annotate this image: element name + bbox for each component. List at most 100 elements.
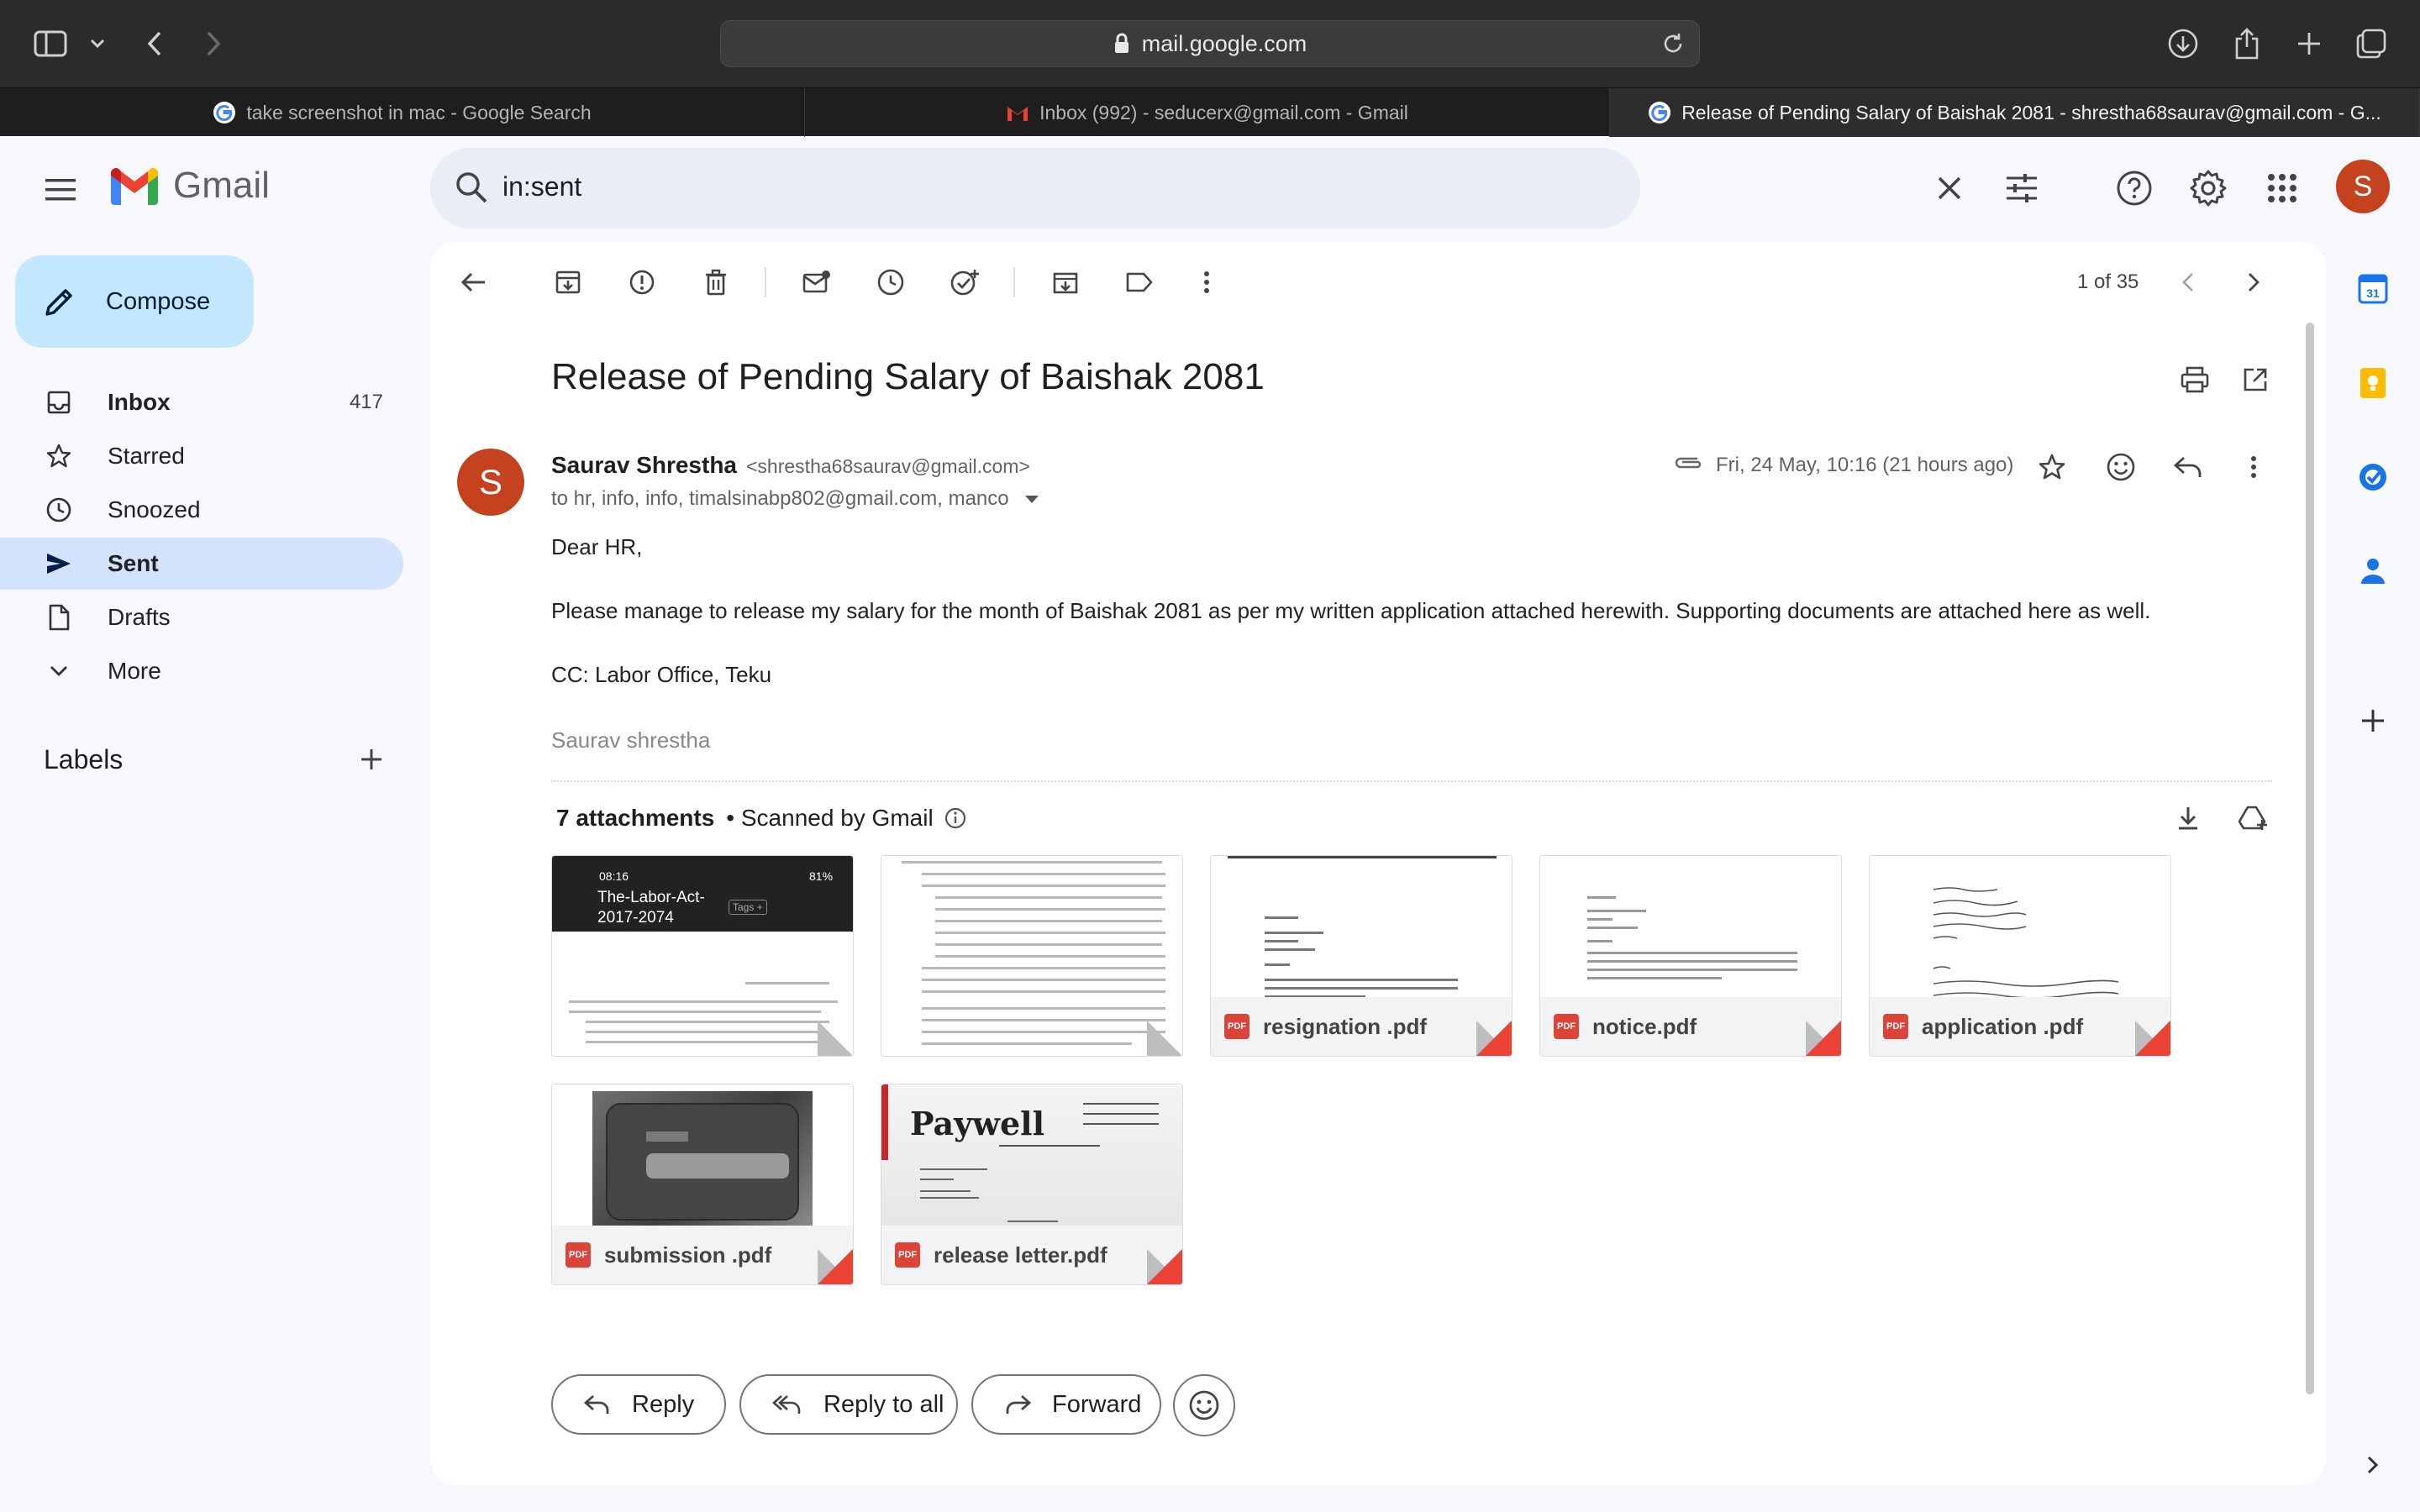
older-chevron-icon[interactable] (2232, 260, 2275, 304)
mark-unread-icon[interactable] (795, 260, 839, 304)
pdf-icon: PDF (566, 1242, 591, 1268)
forward-button[interactable]: Forward (971, 1374, 1161, 1435)
report-spam-icon[interactable] (620, 260, 664, 304)
compose-button[interactable]: Compose (15, 255, 254, 348)
attachment-preview (881, 856, 1182, 1056)
gmail-logo-text: Gmail (173, 165, 270, 206)
tab-release-salary[interactable]: Release of Pending Salary of Baishak 208… (1610, 88, 2420, 137)
caret-down-icon[interactable] (1023, 493, 1041, 505)
gmail-icon (1007, 107, 1028, 121)
tab-strip: take screenshot in mac - Google Search I… (0, 87, 2420, 137)
browser-toolbar: mail.google.com (0, 0, 2420, 87)
attachment-clip-icon (1672, 452, 1704, 478)
sidebar-item-snoozed[interactable]: Snoozed (0, 484, 403, 536)
sidebar-item-label: Snoozed (108, 496, 201, 522)
attachment-notice-pdf[interactable]: PDF notice.pdf (1539, 855, 1842, 1057)
recipients[interactable]: to hr, info, info, timalsinabp802@gmail.… (551, 487, 1041, 511)
forward-label: Forward (1052, 1390, 1142, 1418)
star-icon[interactable] (2030, 445, 2074, 489)
search-input[interactable]: in:sent (502, 171, 581, 202)
reply-button[interactable]: Reply (551, 1374, 726, 1435)
tab-google-search[interactable]: take screenshot in mac - Google Search (0, 88, 805, 137)
tab-gmail-inbox[interactable]: Inbox (992) - seducerx@gmail.com - Gmail (805, 88, 1610, 137)
share-icon[interactable] (2225, 22, 2269, 66)
sidebar-item-label: Drafts (108, 604, 171, 630)
contacts-icon[interactable] (2353, 551, 2393, 591)
attachment-label: PDF release letter.pdf (881, 1226, 1182, 1284)
add-reaction-icon[interactable] (2099, 445, 2143, 489)
search-icon[interactable] (450, 166, 494, 210)
attachment-label: PDF notice.pdf (1540, 997, 1841, 1056)
attachment-release-letter-pdf[interactable]: Paywell PDF release letter.pdf (881, 1084, 1183, 1285)
address-bar[interactable]: mail.google.com (720, 20, 1700, 67)
add-to-drive-icon[interactable] (2232, 796, 2275, 840)
email-date: Fri, 24 May, 10:16 (21 hours ago) (1716, 454, 2014, 476)
new-tab-icon[interactable] (2287, 22, 2331, 66)
settings-gear-icon[interactable] (2185, 165, 2232, 212)
download-icon[interactable] (2161, 22, 2205, 66)
keep-notes-icon[interactable] (2353, 363, 2393, 403)
attachment-labor-act-screenshot[interactable]: 08:16 81% The-Labor-Act-2017-2074 Tags + (551, 855, 854, 1057)
open-new-window-icon[interactable] (2233, 358, 2277, 402)
expand-side-panel-icon[interactable] (2353, 1445, 2393, 1485)
gmail-logo[interactable]: Gmail (108, 165, 270, 207)
reply-arrow-icon (583, 1393, 612, 1416)
add-label-icon[interactable] (356, 744, 387, 779)
move-to-icon[interactable] (1044, 260, 1087, 304)
attachments-count: 7 attachments (556, 805, 715, 831)
search-options-icon[interactable] (2000, 166, 2044, 210)
account-avatar[interactable]: S (2336, 160, 2390, 213)
sidebar-item-starred[interactable]: Starred (0, 430, 403, 482)
attachment-resignation-pdf[interactable]: PDF resignation .pdf (1210, 855, 1512, 1057)
labels-heading: Labels (44, 744, 124, 774)
download-all-icon[interactable] (2166, 796, 2210, 840)
chevron-down-icon[interactable] (76, 22, 119, 66)
print-icon[interactable] (2173, 358, 2217, 402)
sender-avatar[interactable]: S (457, 449, 524, 516)
attachment-application-pdf[interactable]: PDF application .pdf (1869, 855, 2171, 1057)
tab-overview-icon[interactable] (2349, 22, 2393, 66)
sidebar-toggle-icon[interactable] (29, 22, 72, 66)
more-options-icon[interactable] (1185, 260, 1228, 304)
reload-icon[interactable] (1659, 29, 1687, 58)
archive-icon[interactable] (546, 260, 590, 304)
reply-label: Reply (632, 1390, 695, 1418)
attachment-filename: release letter.pdf (934, 1242, 1107, 1268)
snooze-clock-icon[interactable] (869, 260, 913, 304)
reply-arrow-icon[interactable] (2166, 445, 2210, 489)
reply-all-label: Reply to all (823, 1390, 944, 1418)
help-icon[interactable] (2111, 165, 2158, 212)
main-menu-icon[interactable] (39, 168, 82, 212)
sidebar-item-sent[interactable]: Sent (0, 538, 403, 590)
compose-label: Compose (106, 287, 211, 315)
sidebar-item-more[interactable]: More (0, 645, 403, 697)
add-addon-icon[interactable] (2353, 701, 2393, 741)
smiley-icon (1189, 1390, 1219, 1420)
sidebar-item-inbox[interactable]: Inbox 417 (0, 376, 403, 428)
back-to-list-icon[interactable] (452, 260, 496, 304)
tasks-icon[interactable] (2353, 457, 2393, 497)
add-to-tasks-icon[interactable] (943, 260, 986, 304)
back-icon[interactable] (133, 22, 176, 66)
message-more-icon[interactable] (2232, 445, 2275, 489)
emoji-reaction-button[interactable] (1173, 1374, 1235, 1436)
newer-chevron-icon[interactable] (2166, 260, 2210, 304)
reply-all-button[interactable]: Reply to all (739, 1374, 958, 1435)
scrollbar[interactable] (2306, 323, 2314, 1394)
email-body-paragraph: Please manage to release my salary for t… (551, 598, 2151, 623)
info-icon[interactable] (944, 806, 967, 830)
clear-search-icon[interactable] (1928, 166, 1971, 210)
google-icon (1649, 102, 1671, 123)
toolbar-divider (765, 267, 766, 297)
delete-trash-icon[interactable] (694, 260, 738, 304)
forward-icon[interactable] (192, 22, 235, 66)
attachment-submission-pdf[interactable]: PDF submission .pdf (551, 1084, 854, 1285)
sidebar-item-drafts[interactable]: Drafts (0, 591, 403, 643)
label-tag-icon[interactable] (1118, 260, 1161, 304)
attachment-scanned-document[interactable] (881, 855, 1183, 1057)
url-text: mail.google.com (1141, 30, 1307, 56)
sender-name[interactable]: Saurav Shrestha (551, 452, 737, 479)
calendar-icon[interactable]: 31 (2353, 269, 2393, 309)
google-apps-icon[interactable] (2259, 165, 2306, 212)
search-bar[interactable]: in:sent (430, 148, 2037, 228)
